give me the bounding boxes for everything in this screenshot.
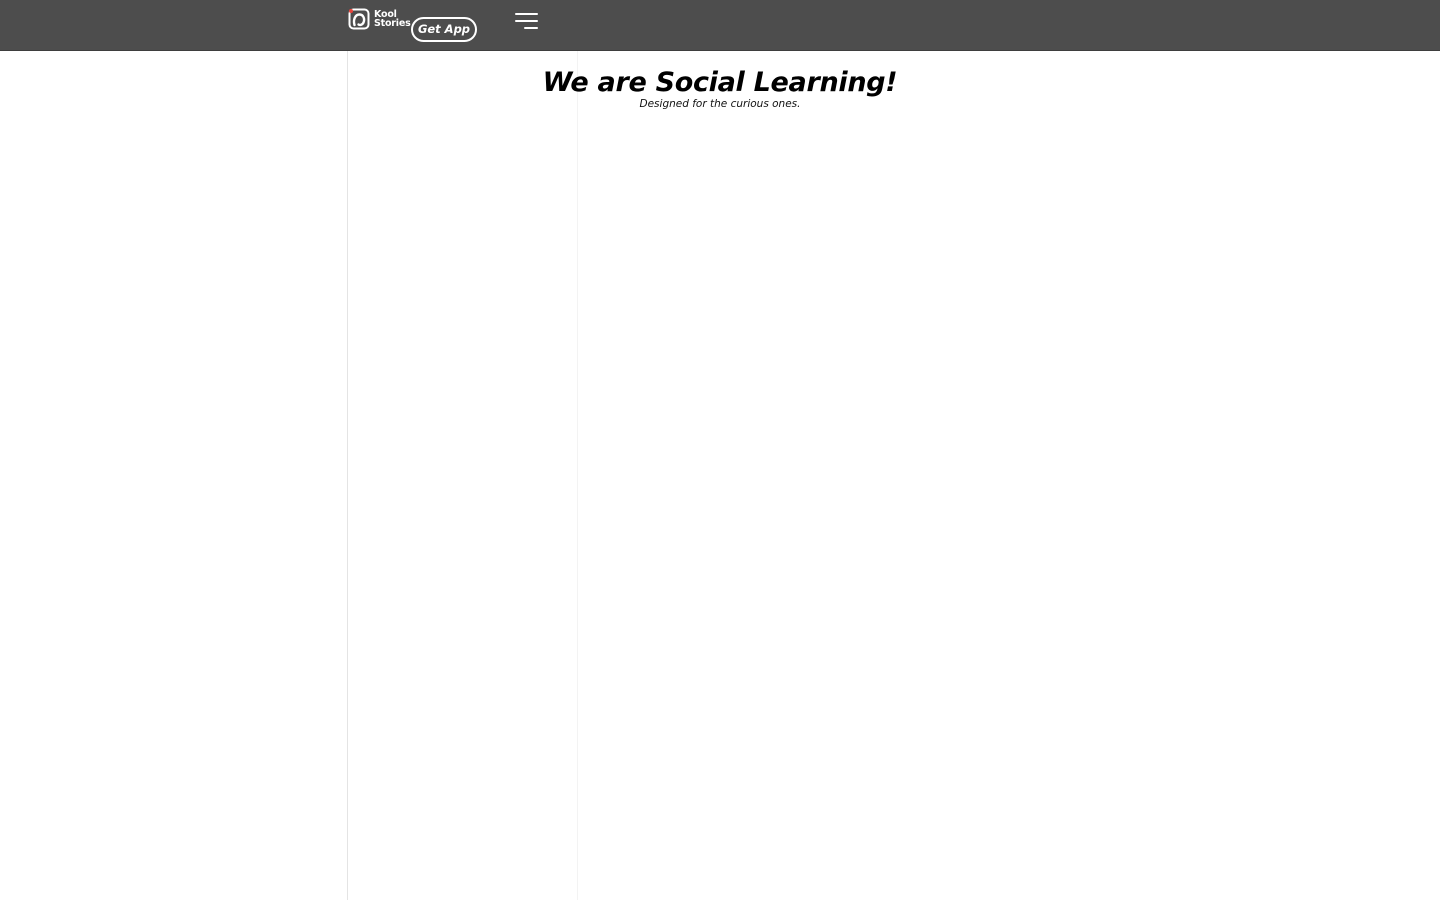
column-divider-left [347, 51, 348, 900]
column-divider-inner [577, 51, 578, 900]
top-navbar: Kool Stories Get App [0, 0, 1440, 51]
get-app-button[interactable]: Get App [411, 17, 477, 42]
koolstories-logo-icon [348, 8, 370, 30]
hero-subtitle: Designed for the curious ones. [639, 98, 801, 110]
hero-section: We are Social Learning! Designed for the… [0, 66, 1440, 111]
brand-name: Kool Stories [374, 10, 411, 29]
brand-logo-link[interactable]: Kool Stories [348, 6, 411, 32]
brand-name-line2: Stories [374, 18, 411, 29]
hero-title: We are Social Learning! [542, 67, 898, 98]
hamburger-menu-icon [515, 13, 538, 29]
menu-button[interactable] [514, 11, 538, 31]
